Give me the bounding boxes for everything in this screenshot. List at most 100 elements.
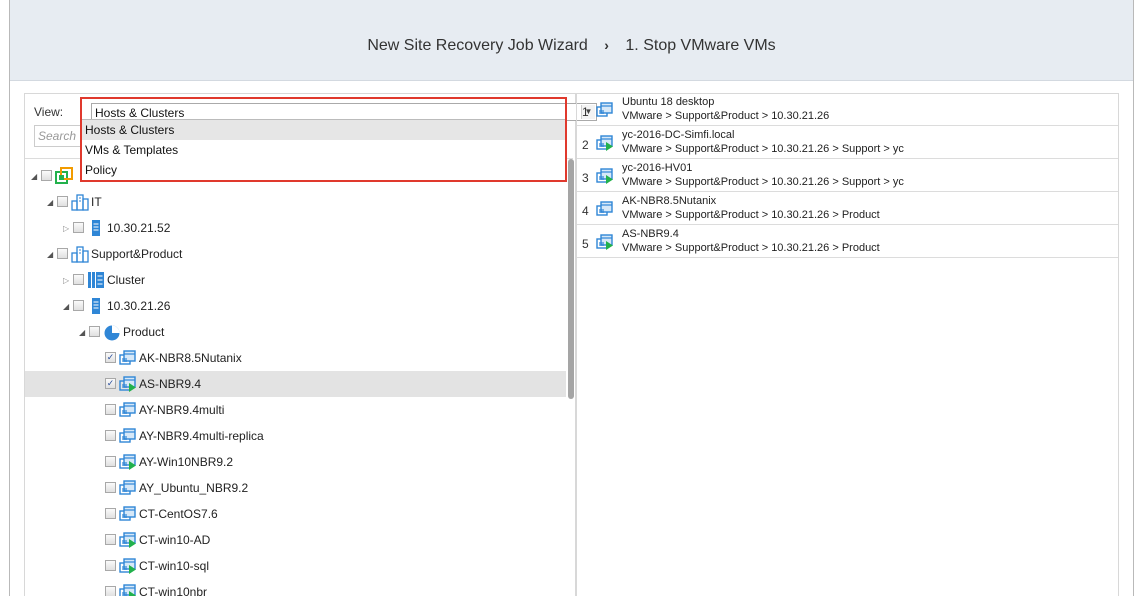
- tree-row[interactable]: AY-NBR9.4multi-replica: [25, 423, 566, 449]
- tree-checkbox[interactable]: [73, 274, 84, 285]
- vm-icon: [119, 479, 137, 497]
- tree-checkbox[interactable]: ✓: [105, 378, 116, 389]
- tree-item-label: 10.30.21.26: [107, 299, 171, 313]
- tree-row[interactable]: ▷ 10.30.21.52: [25, 215, 566, 241]
- vm-running-icon: [596, 167, 614, 185]
- tree-item-label: AY-Win10NBR9.2: [139, 455, 234, 469]
- tree-scrollbar[interactable]: [567, 159, 575, 596]
- selected-vm-item[interactable]: 5 AS-NBR9.4 VMware > Support&Product > 10.…: [577, 226, 1118, 258]
- host-server-icon: [87, 219, 105, 237]
- wizard-header: New Site Recovery Job Wizard › 1. Stop V…: [10, 0, 1133, 81]
- tree-checkbox[interactable]: [57, 248, 68, 259]
- folder-datacenter-icon: [71, 193, 89, 211]
- tree-row[interactable]: AY-Win10NBR9.2: [25, 449, 566, 475]
- tree-row[interactable]: ◢ Support&Product: [25, 241, 566, 267]
- tree-row[interactable]: ✓ AS-NBR9.4: [25, 371, 566, 397]
- vm-running-icon: [596, 233, 614, 251]
- tree-row[interactable]: CT-win10-sql: [25, 553, 566, 579]
- resource-pool-icon: [103, 323, 121, 341]
- selected-vm-item[interactable]: 2 yc-2016-DC-Simfi.local VMware > Support&…: [577, 127, 1118, 159]
- tree-checkbox[interactable]: ✓: [105, 352, 116, 363]
- tree-row[interactable]: ◢ Product: [25, 319, 566, 345]
- expand-arrow-icon[interactable]: ◢: [47, 198, 53, 207]
- expand-arrow-icon[interactable]: ◢: [47, 250, 53, 259]
- collapse-arrow-icon[interactable]: ▷: [63, 224, 69, 233]
- tree-item-label: Support&Product: [91, 247, 183, 261]
- tree-checkbox[interactable]: [89, 326, 100, 337]
- tree-item-label: CT-win10-sql: [139, 559, 210, 573]
- cluster-icon: [87, 271, 105, 289]
- tree-item-label: 10.30.21.52: [107, 221, 171, 235]
- vm-icon: [596, 101, 614, 119]
- expand-arrow-icon[interactable]: ◢: [79, 328, 85, 337]
- tree-item-label: Product: [123, 325, 165, 339]
- tree-row[interactable]: AY-NBR9.4multi: [25, 397, 566, 423]
- tree-row[interactable]: ✓ AK-NBR8.5Nutanix: [25, 345, 566, 371]
- tree-checkbox[interactable]: [105, 586, 116, 596]
- vm-path: VMware > Support&Product > 10.30.21.26 >…: [622, 143, 904, 155]
- tree-checkbox[interactable]: [41, 170, 52, 181]
- tree-row[interactable]: ◢ IT: [25, 189, 566, 215]
- tree-checkbox[interactable]: [105, 508, 116, 519]
- item-index: 3: [582, 171, 589, 185]
- vm-icon: [596, 200, 614, 218]
- selected-vm-item[interactable]: 3 yc-2016-HV01 VMware > Support&Product > …: [577, 160, 1118, 192]
- tree-row[interactable]: CT-win10-AD: [25, 527, 566, 553]
- tree-checkbox[interactable]: [105, 482, 116, 493]
- vm-path: VMware > Support&Product > 10.30.21.26 >…: [622, 176, 904, 188]
- view-label: View:: [34, 105, 64, 119]
- tree-checkbox[interactable]: [73, 300, 84, 311]
- vm-name: yc-2016-DC-Simfi.local: [622, 129, 735, 141]
- tree-checkbox[interactable]: [105, 430, 116, 441]
- host-server-icon: [87, 297, 105, 315]
- scrollbar-thumb[interactable]: [568, 159, 574, 399]
- vm-running-icon: [119, 583, 137, 596]
- window-border-right: [1133, 0, 1134, 596]
- vm-path: VMware > Support&Product > 10.30.21.26: [622, 110, 830, 122]
- tree-checkbox[interactable]: [73, 222, 84, 233]
- expand-arrow-icon[interactable]: ◢: [63, 302, 69, 311]
- tree-row[interactable]: CT-win10nbr: [25, 579, 566, 596]
- wizard-title: New Site Recovery Job Wizard: [367, 37, 588, 54]
- tree-item-label: IT: [91, 195, 102, 209]
- tree-item-label: CT-win10nbr: [139, 585, 208, 596]
- vm-icon: [119, 401, 137, 419]
- collapse-arrow-icon[interactable]: ▷: [63, 276, 69, 285]
- view-select-value: Hosts & Clusters: [95, 106, 185, 120]
- tree-row[interactable]: ▷ Cluster: [25, 267, 566, 293]
- tree-row[interactable]: ◢ 10.30.21.26: [25, 293, 566, 319]
- vm-running-icon: [119, 375, 137, 393]
- item-index: 4: [582, 204, 589, 218]
- tree-checkbox[interactable]: [105, 404, 116, 415]
- vm-running-icon: [596, 134, 614, 152]
- vm-name: yc-2016-HV01: [622, 162, 693, 174]
- view-option-policy[interactable]: Policy: [82, 160, 565, 180]
- tree-checkbox[interactable]: [105, 456, 116, 467]
- tree-checkbox[interactable]: [57, 196, 68, 207]
- search-input[interactable]: Search: [34, 125, 82, 147]
- item-index: 5: [582, 237, 589, 251]
- view-option-hosts-clusters[interactable]: Hosts & Clusters: [82, 120, 565, 140]
- tree-item-label: AY_Ubuntu_NBR9.2: [139, 481, 249, 495]
- expand-arrow-icon[interactable]: ◢: [31, 172, 37, 181]
- tree-row[interactable]: AY_Ubuntu_NBR9.2: [25, 475, 566, 501]
- vm-path: VMware > Support&Product > 10.30.21.26 >…: [622, 209, 880, 221]
- tree-item-label: AK-NBR8.5Nutanix: [139, 351, 242, 365]
- vm-icon: [119, 427, 137, 445]
- tree-item-label: AY-NBR9.4multi-replica: [139, 429, 264, 443]
- selected-vm-item[interactable]: 1 Ubuntu 18 desktop VMware > Support&Produ…: [577, 94, 1118, 126]
- item-index: 1: [582, 105, 589, 119]
- step-title: 1. Stop VMware VMs: [625, 37, 776, 54]
- tree-row[interactable]: CT-CentOS7.6: [25, 501, 566, 527]
- view-option-vms-templates[interactable]: VMs & Templates: [82, 140, 565, 160]
- tree-item-label: CT-win10-AD: [139, 533, 211, 547]
- tree-item-label: AY-NBR9.4multi: [139, 403, 225, 417]
- tree-checkbox[interactable]: [105, 534, 116, 545]
- view-dropdown-list: Hosts & Clusters VMs & Templates Policy: [81, 119, 566, 181]
- vm-running-icon: [119, 557, 137, 575]
- tree-checkbox[interactable]: [105, 560, 116, 571]
- vm-icon: [119, 349, 137, 367]
- selected-vm-item[interactable]: 4 AK-NBR8.5Nutanix VMware > Support&Produc…: [577, 193, 1118, 225]
- breadcrumb-chevron-icon: ›: [604, 37, 609, 53]
- vm-icon: [119, 505, 137, 523]
